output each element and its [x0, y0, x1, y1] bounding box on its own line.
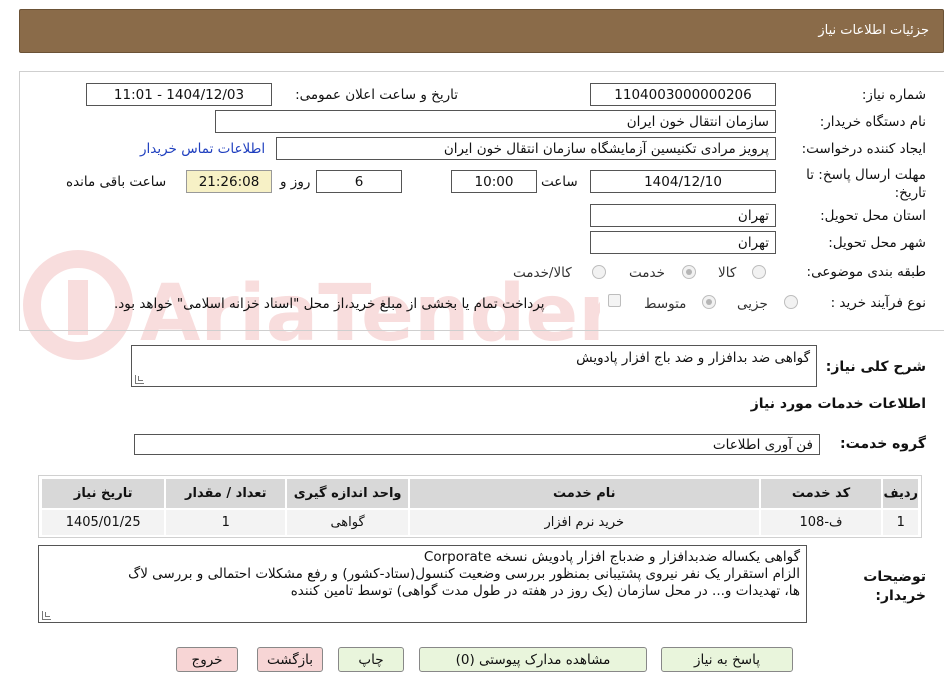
services-table: ردیف کد خدمت نام خدمت واحد اندازه گیری ت… [39, 477, 920, 537]
category-option-service: خدمت [629, 265, 665, 281]
respond-button[interactable]: پاسخ به نیاز [661, 647, 793, 672]
city-field: تهران [590, 231, 776, 254]
cell-service-name: خرید نرم افزار [407, 508, 761, 537]
print-button[interactable]: چاپ [338, 647, 404, 672]
days-label: روز و [280, 174, 311, 190]
need-number-field: 1104003000000206 [590, 83, 776, 106]
deadline-date-field: 1404/12/10 [590, 170, 776, 193]
category-label: طبقه بندی موضوعی: [806, 264, 926, 280]
remaining-time-field: 21:26:08 [186, 170, 272, 193]
deadline-time-label: ساعت [541, 174, 578, 190]
city-label: شهر محل تحویل: [828, 235, 926, 251]
attachments-button[interactable]: مشاهده مدارک پیوستی (0) [419, 647, 647, 672]
category-radio-service[interactable] [682, 265, 696, 279]
category-option-goods-service: کالا/خدمت [513, 265, 572, 281]
remaining-time-label: ساعت باقی مانده [66, 174, 167, 190]
deadline-label: مهلت ارسال پاسخ: تا تاریخ: [806, 167, 926, 201]
category-option-goods: کالا [718, 265, 737, 281]
buyer-notes-label: توضیحات خریدار: [863, 569, 926, 604]
buyer-org-field: سازمان انتقال خون ایران [215, 110, 776, 133]
description-label: شرح کلی نیاز: [825, 359, 926, 375]
announce-date-label: تاریخ و ساعت اعلان عمومی: [295, 87, 458, 103]
description-text: گواهی ضد بدافزار و ضد باج افزار پادویش [576, 350, 810, 366]
purchase-option-minor: جزیی [737, 296, 768, 312]
buyer-notes-line-2: الزام استقرار یک نفر نیروی پشتیبانی بمنظ… [128, 566, 800, 582]
buyer-notes-line-1: گواهی یکساله ضدبدافزار و ضدباج افزار پاد… [423, 549, 800, 565]
resize-grip-icon[interactable] [42, 611, 51, 620]
buyer-notes-textarea[interactable]: گواهی یکساله ضدبدافزار و ضدباج افزار پاد… [38, 545, 807, 623]
page-header: جزئیات اطلاعات نیاز [19, 9, 944, 53]
resize-grip-icon[interactable] [135, 375, 144, 384]
service-group-label: گروه خدمت: [840, 436, 926, 452]
category-radio-goods[interactable] [752, 265, 766, 279]
requester-field: پرویز مرادی تکنیسین آزمایشگاه سازمان انت… [276, 137, 776, 160]
cell-need-date: 1405/01/25 [39, 508, 167, 537]
page-title: جزئیات اطلاعات نیاز [818, 23, 929, 38]
category-radio-goods-service[interactable] [592, 265, 606, 279]
treasury-checkbox[interactable] [608, 294, 621, 307]
services-section-title: اطلاعات خدمات مورد نیاز [750, 396, 926, 412]
announce-date-field: 1404/12/03 - 11:01 [86, 83, 272, 106]
service-group-field: فن آوری اطلاعات [134, 434, 820, 455]
buyer-contact-link[interactable]: اطلاعات تماس خریدار [140, 141, 265, 157]
days-remaining-field: 6 [316, 170, 402, 193]
cell-service-code: ف-108 [758, 508, 884, 537]
cell-quantity: 1 [164, 508, 288, 537]
province-field: تهران [590, 204, 776, 227]
purchase-radio-medium[interactable] [702, 295, 716, 309]
exit-button[interactable]: خروج [176, 647, 238, 672]
back-button[interactable]: بازگشت [257, 647, 323, 672]
purchase-radio-minor[interactable] [784, 295, 798, 309]
buyer-notes-line-3: ها، تهدیدات و... در محل سازمان (یک روز د… [290, 583, 800, 599]
purchase-type-label: نوع فرآیند خرید : [830, 295, 926, 311]
cell-row: 1 [881, 508, 920, 537]
need-number-label: شماره نیاز: [861, 87, 926, 103]
province-label: استان محل تحویل: [820, 208, 926, 224]
col-row: ردیف [881, 477, 920, 510]
buyer-org-label: نام دستگاه خریدار: [819, 114, 926, 130]
table-header-row: ردیف کد خدمت نام خدمت واحد اندازه گیری ت… [39, 477, 920, 510]
description-textarea[interactable]: گواهی ضد بدافزار و ضد باج افزار پادویش [131, 345, 817, 387]
deadline-time-field: 10:00 [451, 170, 537, 193]
col-need-date: تاریخ نیاز [39, 477, 167, 510]
col-service-code: کد خدمت [758, 477, 884, 510]
table-row: 1 ف-108 خرید نرم افزار گواهی 1 1405/01/2… [39, 508, 920, 537]
cell-unit: گواهی [285, 508, 410, 537]
treasury-payment-note: پرداخت تمام یا بخشی از مبلغ خرید،از محل … [114, 296, 545, 312]
col-service-name: نام خدمت [407, 477, 761, 510]
requester-label: ایجاد کننده درخواست: [801, 141, 926, 157]
col-unit: واحد اندازه گیری [285, 477, 410, 510]
col-quantity: تعداد / مقدار [164, 477, 288, 510]
purchase-option-medium: متوسط [644, 296, 687, 312]
